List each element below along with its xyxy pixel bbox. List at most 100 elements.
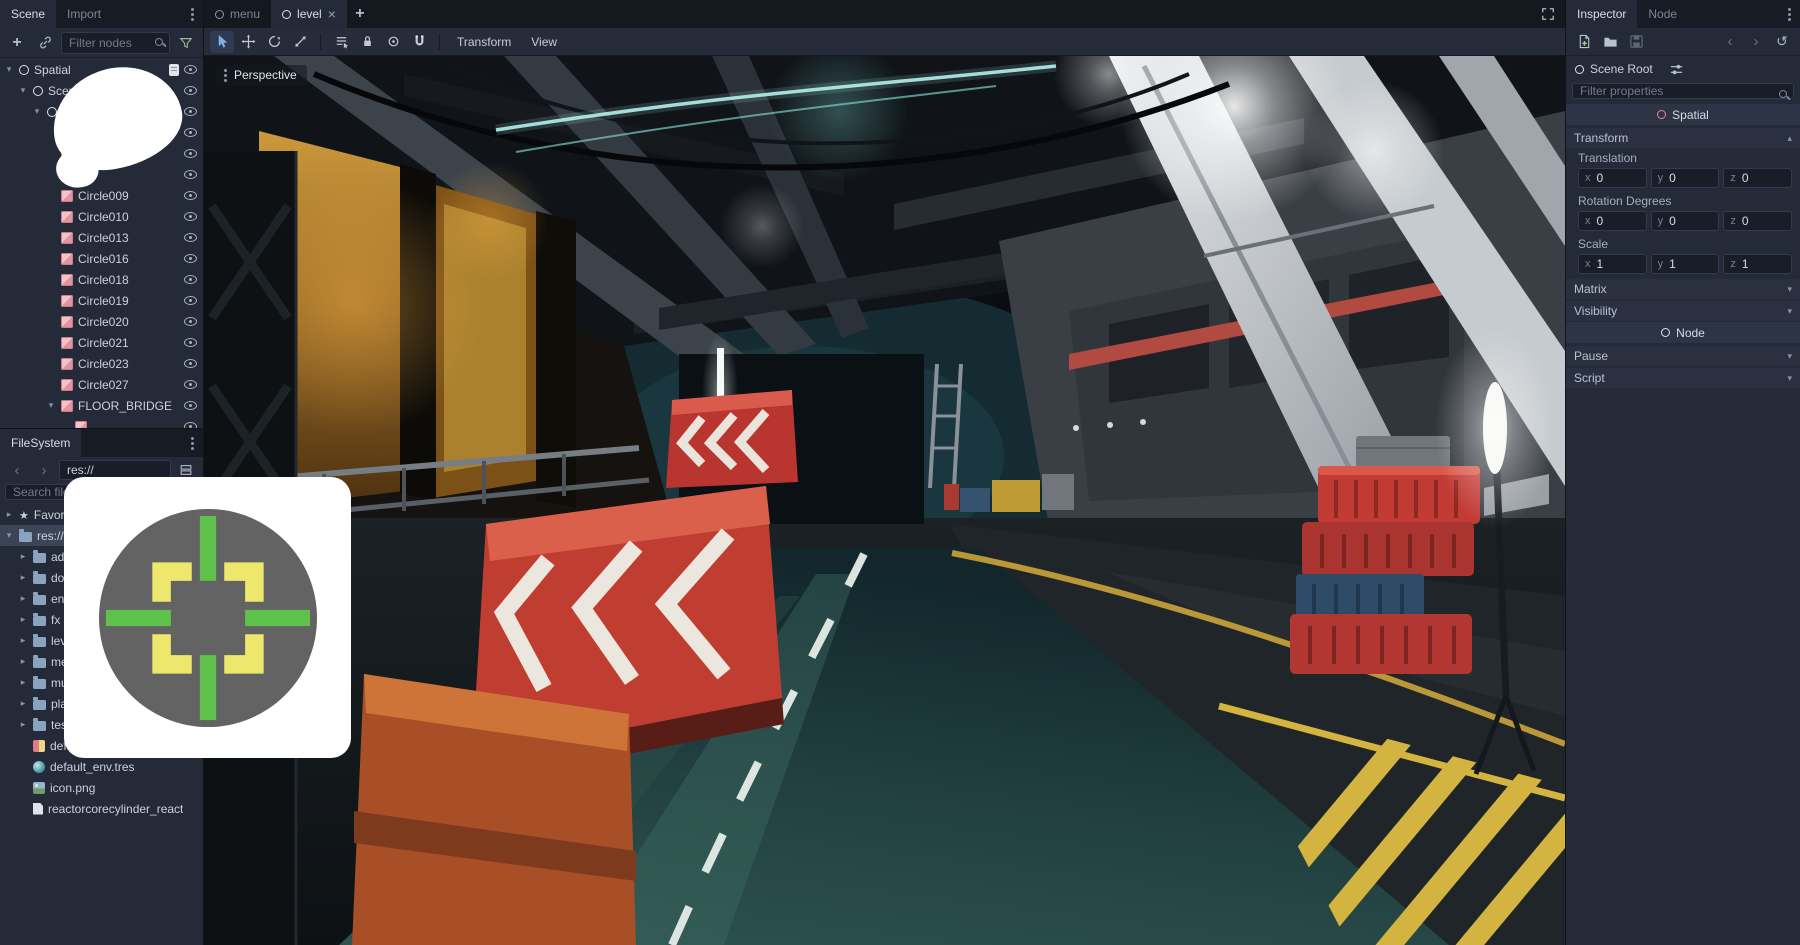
collapse-arrow-icon[interactable] xyxy=(18,85,28,96)
fs-row-file[interactable]: default_env.tres xyxy=(0,756,203,777)
visibility-eye-icon[interactable] xyxy=(184,107,197,116)
collapse-arrow-icon[interactable] xyxy=(32,106,42,117)
select-tool-button[interactable] xyxy=(210,31,234,53)
visibility-eye-icon[interactable] xyxy=(184,338,197,347)
visibility-eye-icon[interactable] xyxy=(184,401,197,410)
expand-arrow-icon[interactable] xyxy=(18,614,28,625)
tree-row[interactable]: Circle023 xyxy=(0,353,203,374)
tree-row[interactable]: Circle010 xyxy=(0,206,203,227)
visibility-eye-icon[interactable] xyxy=(184,128,197,137)
scale-tool-button[interactable] xyxy=(288,31,312,53)
lock-node-button[interactable] xyxy=(355,31,379,53)
transform-section-header[interactable]: Transform xyxy=(1566,128,1800,148)
scene-dock-menu-button[interactable] xyxy=(182,0,203,28)
tab-import[interactable]: Import xyxy=(56,0,112,28)
filter-funnel-button[interactable] xyxy=(174,32,198,54)
tree-row[interactable]: Circle020 xyxy=(0,311,203,332)
tree-row[interactable]: Circle021 xyxy=(0,332,203,353)
new-resource-button[interactable] xyxy=(1572,31,1596,53)
view-menu[interactable]: View xyxy=(522,35,566,49)
translation-y-field[interactable]: y 0 xyxy=(1651,168,1720,188)
selection-list-button[interactable] xyxy=(329,31,353,53)
visibility-eye-icon[interactable] xyxy=(184,317,197,326)
fs-row-file[interactable]: icon.png xyxy=(0,777,203,798)
filter-nodes-input[interactable] xyxy=(61,32,170,54)
rotation-x-field[interactable]: x 0 xyxy=(1578,211,1647,231)
history-back-button[interactable] xyxy=(5,459,29,481)
visibility-eye-icon[interactable] xyxy=(184,233,197,242)
tab-inspector[interactable]: Inspector xyxy=(1566,0,1637,28)
rotation-z-field[interactable]: z 0 xyxy=(1723,211,1792,231)
visibility-eye-icon[interactable] xyxy=(184,296,197,305)
collapse-arrow-icon[interactable] xyxy=(4,530,14,541)
tree-row[interactable]: Circle027 xyxy=(0,374,203,395)
load-resource-button[interactable] xyxy=(1598,31,1622,53)
visibility-eye-icon[interactable] xyxy=(184,86,197,95)
scene-tab-menu[interactable]: menu xyxy=(204,0,271,28)
visibility-eye-icon[interactable] xyxy=(184,254,197,263)
inspector-menu-button[interactable] xyxy=(1779,0,1800,28)
visibility-eye-icon[interactable] xyxy=(184,212,197,221)
transform-menu[interactable]: Transform xyxy=(448,35,520,49)
visibility-eye-icon[interactable] xyxy=(184,65,197,74)
perspective-menu-button[interactable]: Perspective xyxy=(216,65,307,86)
tree-row[interactable]: Circle013 xyxy=(0,227,203,248)
tree-row[interactable]: Circle019 xyxy=(0,290,203,311)
expand-arrow-icon[interactable] xyxy=(4,509,14,520)
expand-arrow-icon[interactable] xyxy=(18,551,28,562)
tree-row[interactable]: Circle018 xyxy=(0,269,203,290)
move-tool-button[interactable] xyxy=(236,31,260,53)
collapse-arrow-icon[interactable] xyxy=(46,400,56,411)
scale-x-field[interactable]: x 1 xyxy=(1578,254,1647,274)
object-history-button[interactable] xyxy=(1770,31,1794,53)
inspector-forward-button[interactable] xyxy=(1744,31,1768,53)
distraction-free-button[interactable] xyxy=(1531,0,1565,28)
pause-section-header[interactable]: Pause xyxy=(1566,346,1800,366)
expand-arrow-icon[interactable] xyxy=(18,677,28,688)
fs-row-file[interactable]: reactorcorecylinder_react xyxy=(0,798,203,819)
expand-arrow-icon[interactable] xyxy=(18,593,28,604)
expand-arrow-icon[interactable] xyxy=(18,698,28,709)
expand-arrow-icon[interactable] xyxy=(18,572,28,583)
tree-row[interactable]: FLOOR_BRIDGE xyxy=(0,395,203,416)
3d-viewport[interactable]: Perspective xyxy=(204,56,1565,945)
instance-scene-button[interactable] xyxy=(33,32,57,54)
expand-arrow-icon[interactable] xyxy=(18,656,28,667)
rotate-tool-button[interactable] xyxy=(262,31,286,53)
visibility-eye-icon[interactable] xyxy=(184,359,197,368)
script-icon[interactable] xyxy=(169,64,179,76)
script-section-header[interactable]: Script xyxy=(1566,368,1800,388)
scale-z-field[interactable]: z 1 xyxy=(1723,254,1792,274)
snap-toggle-button[interactable] xyxy=(407,31,431,53)
tab-node[interactable]: Node xyxy=(1637,0,1688,28)
rotation-y-field[interactable]: y 0 xyxy=(1651,211,1720,231)
expand-arrow-icon[interactable] xyxy=(18,635,28,646)
translation-z-field[interactable]: z 0 xyxy=(1723,168,1792,188)
save-resource-button[interactable] xyxy=(1624,31,1648,53)
visibility-eye-icon[interactable] xyxy=(184,380,197,389)
expand-arrow-icon[interactable] xyxy=(18,719,28,730)
matrix-section-header[interactable]: Matrix xyxy=(1566,279,1800,299)
inspector-back-button[interactable] xyxy=(1718,31,1742,53)
tree-row[interactable]: Circle016 xyxy=(0,248,203,269)
translation-x-field[interactable]: x 0 xyxy=(1578,168,1647,188)
extra-options-button[interactable] xyxy=(1665,58,1689,80)
visibility-eye-icon[interactable] xyxy=(184,191,197,200)
tab-scene[interactable]: Scene xyxy=(0,0,56,28)
node-class-header[interactable]: Node xyxy=(1566,322,1800,343)
visibility-eye-icon[interactable] xyxy=(184,170,197,179)
history-forward-button[interactable] xyxy=(32,459,56,481)
tab-filesystem[interactable]: FileSystem xyxy=(0,429,81,457)
collapse-arrow-icon[interactable] xyxy=(4,64,14,75)
new-scene-tab-button[interactable] xyxy=(347,0,373,28)
close-tab-icon[interactable] xyxy=(328,6,336,22)
visibility-eye-icon[interactable] xyxy=(184,275,197,284)
spatial-class-header[interactable]: Spatial xyxy=(1566,104,1800,125)
scale-y-field[interactable]: y 1 xyxy=(1651,254,1720,274)
scene-tab-level[interactable]: level xyxy=(271,0,347,28)
visibility-eye-icon[interactable] xyxy=(184,149,197,158)
visibility-section-header[interactable]: Visibility xyxy=(1566,301,1800,321)
filter-properties-input[interactable] xyxy=(1572,83,1794,99)
filesystem-menu-button[interactable] xyxy=(182,429,203,457)
group-node-button[interactable] xyxy=(381,31,405,53)
